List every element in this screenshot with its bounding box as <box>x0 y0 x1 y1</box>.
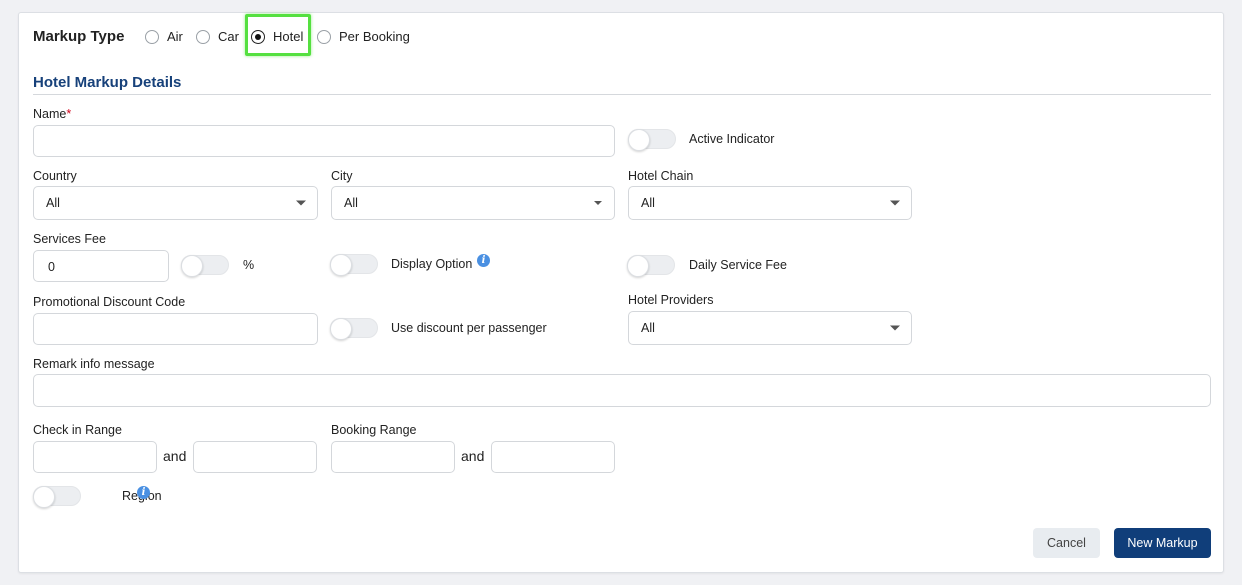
cancel-button[interactable]: Cancel <box>1033 528 1100 558</box>
daily-service-fee-label: Daily Service Fee <box>689 258 787 272</box>
markup-form-card: Markup Type Air Car Hotel Per Booking Ho… <box>18 12 1224 573</box>
section-divider <box>33 94 1211 95</box>
info-icon[interactable]: i <box>137 486 150 499</box>
markup-type-title: Markup Type <box>33 28 125 45</box>
checkin-from-input[interactable] <box>33 441 157 473</box>
section-title: Hotel Markup Details <box>33 74 182 91</box>
hotel-providers-select[interactable]: All <box>628 311 912 345</box>
active-indicator-label: Active Indicator <box>689 132 775 146</box>
hotel-chain-label: Hotel Chain <box>628 169 694 183</box>
region-toggle[interactable] <box>33 486 81 508</box>
hotel-providers-label: Hotel Providers <box>628 293 714 307</box>
radio-air[interactable] <box>145 30 159 44</box>
services-fee-value: 0 <box>48 260 55 274</box>
remark-input[interactable] <box>33 374 1211 407</box>
radio-hotel-label[interactable]: Hotel <box>273 29 303 44</box>
promo-code-label: Promotional Discount Code <box>33 295 186 309</box>
booking-to-input[interactable] <box>491 441 615 473</box>
remark-label: Remark info message <box>33 357 155 371</box>
checkin-range-label: Check in Range <box>33 423 122 437</box>
percent-toggle[interactable] <box>181 255 229 277</box>
country-label: Country <box>33 169 77 183</box>
chevron-down-icon <box>890 200 900 206</box>
city-value: All <box>344 196 358 210</box>
radio-hotel[interactable] <box>251 30 265 44</box>
display-option-label: Display Option <box>391 257 473 271</box>
checkin-and-text: and <box>163 448 187 464</box>
services-fee-input[interactable]: 0 <box>33 250 169 282</box>
radio-car[interactable] <box>196 30 210 44</box>
radio-per-booking-label[interactable]: Per Booking <box>339 29 410 44</box>
hotel-providers-value: All <box>641 321 655 335</box>
radio-per-booking[interactable] <box>317 30 331 44</box>
booking-range-label: Booking Range <box>331 423 417 437</box>
info-icon[interactable]: i <box>477 254 490 267</box>
chevron-down-icon <box>594 201 602 205</box>
country-select[interactable]: All <box>33 186 318 220</box>
city-label: City <box>331 169 353 183</box>
radio-air-label[interactable]: Air <box>167 29 183 44</box>
hotel-chain-value: All <box>641 196 655 210</box>
promo-code-input[interactable] <box>33 313 318 345</box>
country-value: All <box>46 196 60 210</box>
booking-and-text: and <box>461 448 485 464</box>
use-discount-toggle[interactable] <box>330 318 378 340</box>
checkin-to-input[interactable] <box>193 441 317 473</box>
display-option-toggle[interactable] <box>330 254 378 276</box>
name-input[interactable] <box>33 125 615 157</box>
active-indicator-toggle[interactable] <box>628 129 676 151</box>
name-label: Name* <box>33 107 72 121</box>
required-asterisk: * <box>66 107 72 121</box>
radio-car-label[interactable]: Car <box>218 29 239 44</box>
services-fee-label: Services Fee <box>33 232 106 246</box>
chevron-down-icon <box>296 200 306 206</box>
use-discount-label: Use discount per passenger <box>391 321 547 335</box>
percent-label: % <box>243 258 255 272</box>
daily-service-fee-toggle[interactable] <box>627 255 675 277</box>
chevron-down-icon <box>890 325 900 331</box>
hotel-chain-select[interactable]: All <box>628 186 912 220</box>
new-markup-button[interactable]: New Markup <box>1114 528 1211 558</box>
city-select[interactable]: All <box>331 186 615 220</box>
booking-from-input[interactable] <box>331 441 455 473</box>
